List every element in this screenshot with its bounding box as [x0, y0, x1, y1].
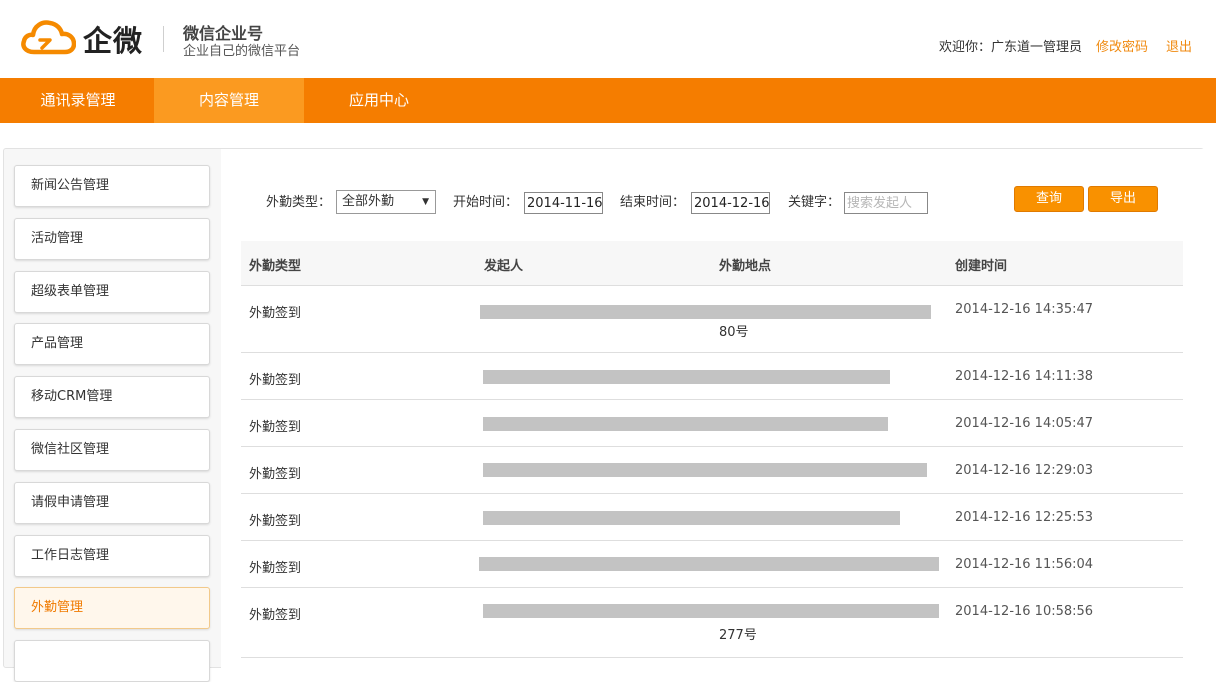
col-location: 外勤地点 — [719, 259, 772, 274]
welcome-text: 欢迎你：广东道一管理员 — [938, 40, 1082, 55]
cell-time: 2014-12-16 11:56:04 — [955, 557, 1094, 572]
sidebar-item-super-form[interactable]: 超级表单管理 — [14, 271, 210, 313]
cell-time: 2014-12-16 14:11:38 — [955, 369, 1094, 384]
table-row[interactable]: 外勤签到 2014-12-16 14:05:47 — [241, 400, 1183, 447]
redacted-content — [483, 370, 890, 384]
sidebar-item-more[interactable] — [14, 640, 210, 682]
keyword-label: 关键字： — [788, 195, 841, 210]
redacted-content — [483, 604, 939, 618]
change-password-link[interactable]: 修改密码 — [1096, 36, 1148, 55]
cell-time: 2014-12-16 12:25:53 — [955, 510, 1094, 525]
end-date-input[interactable] — [691, 192, 770, 214]
redacted-content — [479, 557, 939, 571]
cell-time: 2014-12-16 14:05:47 — [955, 416, 1094, 431]
brand-divider — [163, 26, 164, 52]
logout-link[interactable]: 退出 — [1166, 36, 1192, 55]
export-button[interactable]: 导出 — [1088, 186, 1158, 212]
header: 企微 微信企业号 企业自己的微信平台 欢迎你：广东道一管理员 修改密码 退出 — [0, 0, 1216, 78]
end-date-label: 结束时间： — [620, 195, 686, 210]
sidebar-item-worklog[interactable]: 工作日志管理 — [14, 535, 210, 577]
type-select[interactable]: 全部外勤 ▼ — [336, 190, 436, 214]
type-select-value: 全部外勤 — [342, 194, 395, 209]
col-initiator: 发起人 — [484, 259, 524, 274]
col-type: 外勤类型 — [249, 259, 302, 274]
main-container: 新闻公告管理 活动管理 超级表单管理 产品管理 移动CRM管理 微信社区管理 请… — [3, 148, 1204, 682]
keyword-search-input[interactable] — [844, 192, 928, 214]
cell-type: 外勤签到 — [249, 467, 302, 482]
sidebar-item-product[interactable]: 产品管理 — [14, 323, 210, 365]
table-row[interactable]: 外勤签到 277号 2014-12-16 10:58:56 — [241, 588, 1183, 658]
table-row[interactable]: 外勤签到 2014-12-16 12:25:53 — [241, 494, 1183, 541]
cell-type: 外勤签到 — [249, 561, 302, 576]
table-row[interactable]: 外勤签到 80号 2014-12-16 14:35:47 — [241, 286, 1183, 353]
sidebar-item-news[interactable]: 新闻公告管理 — [14, 165, 210, 207]
table-row[interactable]: 外勤签到 2014-12-16 14:11:38 — [241, 353, 1183, 400]
cell-time: 2014-12-16 10:58:56 — [955, 604, 1094, 619]
start-date-label: 开始时间： — [453, 195, 519, 210]
cell-location-tail: 277号 — [719, 628, 757, 643]
redacted-content — [480, 305, 931, 319]
start-date-input[interactable] — [524, 192, 603, 214]
dropdown-arrow-icon: ▼ — [422, 197, 429, 207]
product-subtitle: 企业自己的微信平台 — [183, 44, 301, 59]
table-header: 外勤类型 发起人 外勤地点 创建时间 — [241, 241, 1183, 286]
tab-app-center[interactable]: 应用中心 — [304, 78, 454, 123]
sidebar-item-activity[interactable]: 活动管理 — [14, 218, 210, 260]
redacted-content — [483, 417, 888, 431]
sidebar-item-leave[interactable]: 请假申请管理 — [14, 482, 210, 524]
sidebar-item-crm[interactable]: 移动CRM管理 — [14, 376, 210, 418]
table-row[interactable]: 外勤签到 2014-12-16 12:29:03 — [241, 447, 1183, 494]
table-row[interactable]: 外勤签到 2014-12-16 11:56:04 — [241, 541, 1183, 588]
col-created-time: 创建时间 — [955, 259, 1008, 274]
tab-content[interactable]: 内容管理 — [154, 78, 304, 123]
query-button[interactable]: 查询 — [1014, 186, 1084, 212]
cell-time: 2014-12-16 12:29:03 — [955, 463, 1094, 478]
cell-type: 外勤签到 — [249, 420, 302, 435]
cell-type: 外勤签到 — [249, 306, 302, 321]
cell-type: 外勤签到 — [249, 514, 302, 529]
cell-location-tail: 80号 — [719, 325, 749, 340]
redacted-content — [483, 511, 900, 525]
tab-contacts[interactable]: 通讯录管理 — [3, 78, 153, 123]
brand-name: 企微 — [83, 24, 144, 58]
cloud-logo-icon — [21, 20, 76, 55]
top-nav: 通讯录管理 内容管理 应用中心 — [0, 78, 1216, 123]
type-filter-label: 外勤类型： — [266, 195, 332, 210]
cell-type: 外勤签到 — [249, 373, 302, 388]
redacted-content — [483, 463, 927, 477]
sidebar-item-field-work[interactable]: 外勤管理 — [14, 587, 210, 629]
sidebar-item-community[interactable]: 微信社区管理 — [14, 429, 210, 471]
cell-time: 2014-12-16 14:35:47 — [955, 302, 1094, 317]
content-panel: 外勤类型： 全部外勤 ▼ 开始时间： 结束时间： 关键字： 查询 导出 外勤类型… — [221, 149, 1204, 669]
cell-type: 外勤签到 — [249, 608, 302, 623]
